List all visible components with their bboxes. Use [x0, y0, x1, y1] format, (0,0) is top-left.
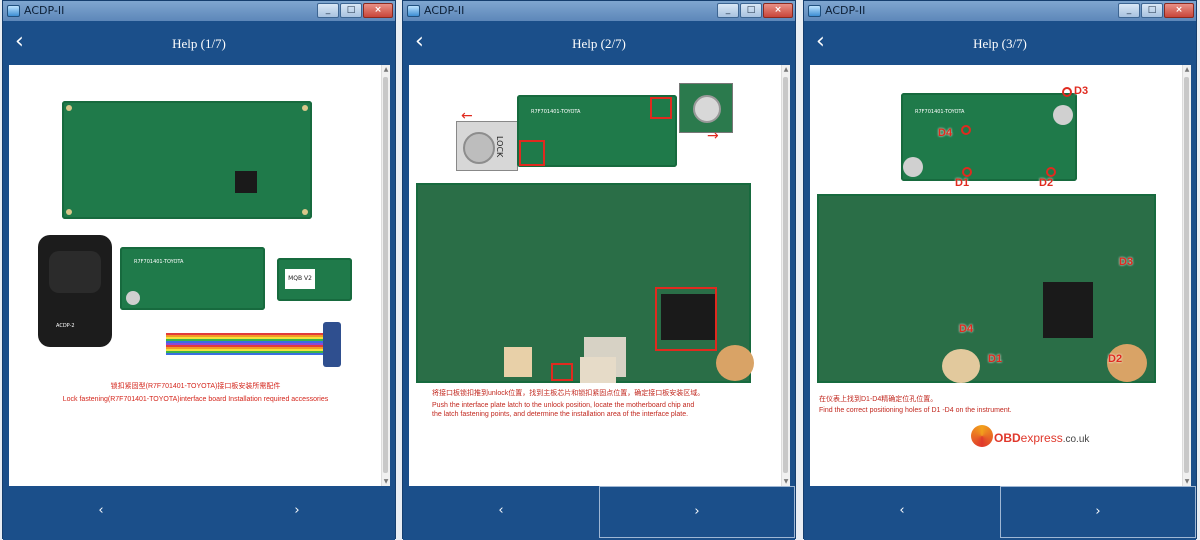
- marker-d4: D4: [959, 323, 974, 335]
- marker-d4-top: D4: [938, 127, 953, 139]
- d1-ring: [962, 167, 972, 177]
- scrollbar-thumb[interactable]: [1184, 77, 1189, 473]
- nav-footer: ‹ ›: [403, 486, 795, 540]
- scrollbar[interactable]: ▲ ▼: [781, 65, 790, 486]
- help-content: LOCK ← R7F701401-TOYOTA → 将接口板锁扣推到unlock…: [409, 65, 790, 486]
- scrollbar[interactable]: ▲ ▼: [381, 65, 390, 486]
- watermark-tld: .co.uk: [1062, 434, 1090, 445]
- latch-highlight-box: [519, 140, 545, 166]
- maximize-button[interactable]: □: [340, 3, 362, 18]
- marker-d1: D1: [988, 353, 1003, 365]
- mqb-label: MQB V2: [285, 269, 315, 289]
- help-header: ‹ Help (3/7): [804, 21, 1196, 65]
- marker-d3-top: D3: [1074, 85, 1089, 97]
- caption-en-line1: Push the interface plate latch to the un…: [432, 402, 695, 409]
- ribbon-cable-image: [166, 333, 326, 355]
- caption-cn: 锁扣紧固型(R7F701401-TOYOTA)接口板安装所需配件: [110, 383, 281, 390]
- scroll-up-icon[interactable]: ▲: [782, 66, 790, 73]
- help-title: Help (1/7): [172, 36, 226, 51]
- close-button[interactable]: ×: [363, 3, 393, 18]
- app-icon: [7, 5, 20, 17]
- caption-en: Find the correct positioning holes of D1…: [819, 407, 1012, 414]
- lock-detail-image: LOCK: [456, 121, 518, 171]
- board-label: R7F701401-TOYOTA: [134, 259, 184, 265]
- caption-en-line2: the latch fastening points, and determin…: [432, 411, 689, 418]
- motherboard-image: [62, 101, 312, 219]
- help-title: Help (2/7): [572, 36, 626, 51]
- interface-board-image: R7F701401-TOYOTA: [120, 247, 265, 310]
- help-content: R7F701401-TOYOTA D4 D1 D2 D3 D3 D4 D1 D2…: [810, 65, 1191, 486]
- scroll-up-icon[interactable]: ▲: [382, 66, 390, 73]
- help-header: ‹ Help (1/7): [3, 21, 395, 65]
- caption-cn: 将接口板锁扣推到unlock位置，找到主板芯片和锁扣紧固点位置，确定接口板安装区…: [432, 390, 705, 397]
- title-bar[interactable]: ACDP-II _ □ ×: [3, 1, 395, 21]
- help-content: ACDP-2 R7F701401-TOYOTA MQB V2 锁扣紧固型(R7F…: [9, 65, 390, 486]
- app-icon: [407, 5, 420, 17]
- watermark-obd: OBD: [994, 431, 1021, 445]
- scrollbar-thumb[interactable]: [383, 77, 388, 473]
- prev-page-button[interactable]: ‹: [804, 486, 1000, 538]
- arrow-right-icon: →: [707, 128, 719, 144]
- title-bar[interactable]: ACDP-II _ □ ×: [804, 1, 1196, 21]
- d2-ring: [1046, 167, 1056, 177]
- instrument-photo: [817, 194, 1156, 383]
- next-page-button[interactable]: ›: [599, 486, 795, 538]
- title-bar[interactable]: ACDP-II _ □ ×: [403, 1, 795, 21]
- board-label: R7F701401-TOYOTA: [531, 109, 581, 115]
- scrollbar-thumb[interactable]: [783, 77, 788, 473]
- next-page-button[interactable]: ›: [199, 486, 395, 538]
- device-label: ACDP-2: [56, 323, 75, 329]
- minimize-button[interactable]: _: [717, 3, 739, 18]
- window-title: ACDP-II: [825, 4, 866, 17]
- marker-d2-top: D2: [1039, 177, 1054, 189]
- scroll-down-icon[interactable]: ▼: [1183, 478, 1191, 485]
- marker-d3: D3: [1119, 256, 1134, 268]
- lock-label: LOCK: [495, 136, 504, 158]
- caption-cn: 在仪表上找到D1-D4精确定位孔位置。: [819, 396, 938, 403]
- window-title: ACDP-II: [424, 4, 465, 17]
- latch-highlight-box-2: [650, 97, 672, 119]
- caption-en: Lock fastening(R7F701401-TOYOTA)interfac…: [62, 396, 329, 403]
- help-window-2: ACDP-II _ □ × ‹ Help (2/7) LOCK ← R7F701…: [402, 0, 796, 540]
- acdp-device-image: ACDP-2: [38, 235, 112, 347]
- marker-d2: D2: [1108, 353, 1123, 365]
- help-title: Help (3/7): [973, 36, 1027, 51]
- board-label: R7F701401-TOYOTA: [915, 109, 965, 115]
- latch-point-highlight-box: [551, 363, 573, 381]
- arrow-left-icon: ←: [461, 108, 473, 124]
- d3-ring: [1062, 87, 1072, 97]
- mqb-adapter-image: MQB V2: [277, 258, 352, 301]
- scroll-down-icon[interactable]: ▼: [782, 478, 790, 485]
- db-connector-image: [323, 322, 341, 367]
- watermark-express: express: [1020, 431, 1063, 445]
- prev-page-button[interactable]: ‹: [3, 486, 199, 538]
- window-title: ACDP-II: [24, 4, 65, 17]
- next-page-button[interactable]: ›: [1000, 486, 1196, 538]
- help-window-1: ACDP-II _ □ × ‹ Help (1/7) ACDP-2 R7F701…: [2, 0, 396, 540]
- scroll-down-icon[interactable]: ▼: [382, 478, 390, 485]
- minimize-button[interactable]: _: [317, 3, 339, 18]
- nav-footer: ‹ ›: [3, 486, 395, 540]
- motherboard-photo: [416, 183, 754, 383]
- help-header: ‹ Help (2/7): [403, 21, 795, 65]
- app-icon: [808, 5, 821, 17]
- minimize-button[interactable]: _: [1118, 3, 1140, 18]
- maximize-button[interactable]: □: [740, 3, 762, 18]
- unlock-detail-image: [679, 83, 733, 133]
- maximize-button[interactable]: □: [1141, 3, 1163, 18]
- help-window-3: ACDP-II _ □ × ‹ Help (3/7) R7F701401-TOY…: [803, 0, 1197, 540]
- watermark: OBDexpress.co.uk: [994, 431, 1089, 445]
- marker-d1-top: D1: [955, 177, 970, 189]
- scrollbar[interactable]: ▲ ▼: [1182, 65, 1191, 486]
- prev-page-button[interactable]: ‹: [403, 486, 599, 538]
- close-button[interactable]: ×: [1164, 3, 1194, 18]
- close-button[interactable]: ×: [763, 3, 793, 18]
- chip-highlight-box: [655, 287, 717, 351]
- d4-ring: [961, 125, 971, 135]
- obdexpress-logo-icon: [971, 425, 993, 447]
- nav-footer: ‹ ›: [804, 486, 1196, 540]
- scroll-up-icon[interactable]: ▲: [1183, 66, 1191, 73]
